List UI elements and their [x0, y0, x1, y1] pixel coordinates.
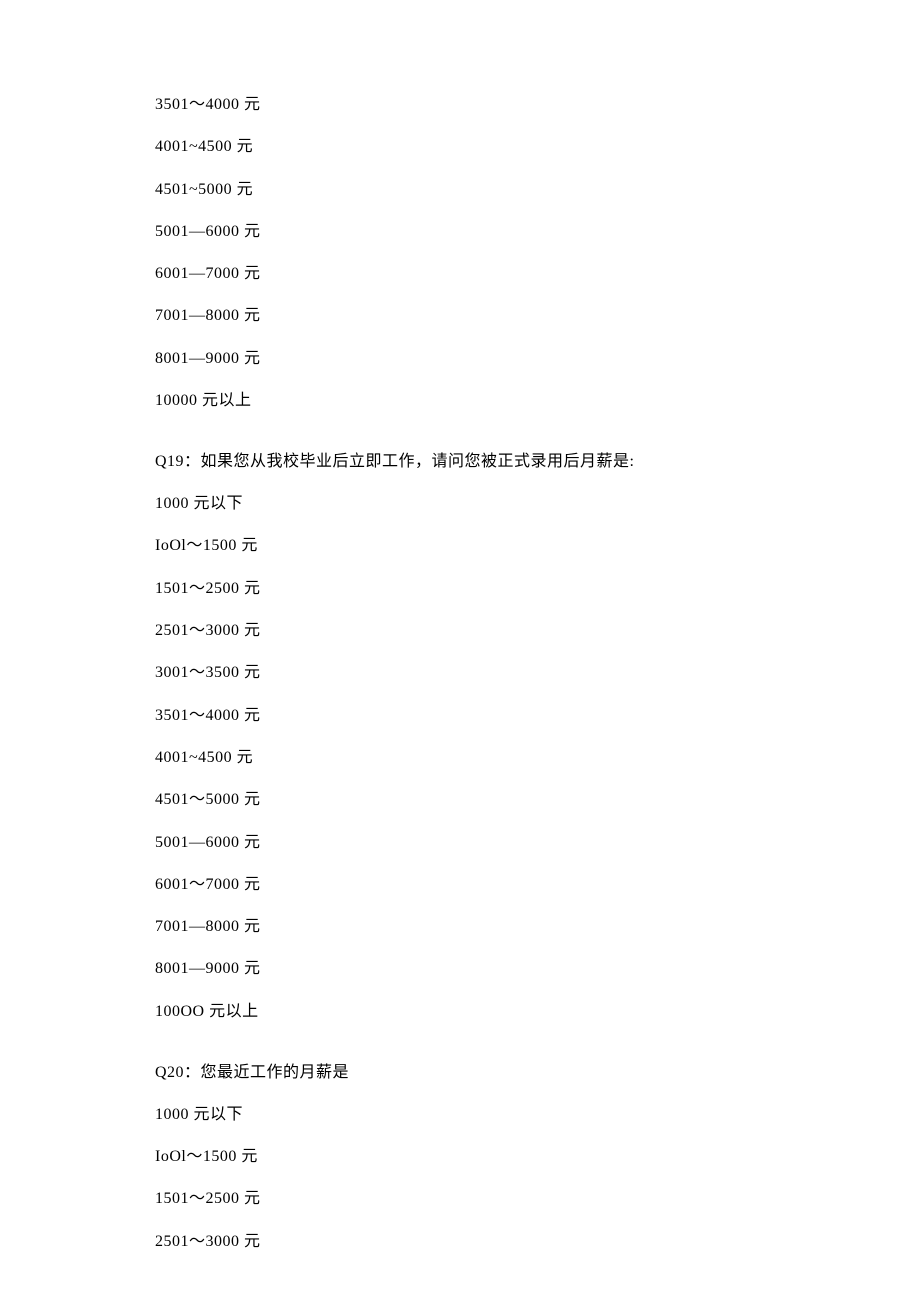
question-20: Q20：您最近工作的月薪是	[155, 1063, 765, 1084]
salary-option: 4501~5000 元	[155, 180, 765, 201]
salary-option: 3501～4000 元	[155, 706, 765, 727]
salary-option: 8001—9000 元	[155, 349, 765, 370]
salary-option: 1501～2500 元	[155, 579, 765, 600]
salary-option: 1501～2500 元	[155, 1189, 765, 1210]
salary-option: 100OO 元以上	[155, 1002, 765, 1023]
salary-option: 1000 元以下	[155, 1105, 765, 1126]
salary-option: 5001—6000 元	[155, 222, 765, 243]
salary-option: 2501～3000 元	[155, 621, 765, 642]
salary-option: 6001～7000 元	[155, 875, 765, 896]
salary-option: 4001~4500 元	[155, 137, 765, 158]
survey-content: 3501～4000 元 4001~4500 元 4501~5000 元 5001…	[155, 95, 765, 1253]
salary-option: 5001—6000 元	[155, 833, 765, 854]
salary-option: 3501～4000 元	[155, 95, 765, 116]
salary-option: 1000 元以下	[155, 494, 765, 515]
salary-option: 4001~4500 元	[155, 748, 765, 769]
salary-option: IoOl～1500 元	[155, 536, 765, 557]
salary-option: 2501～3000 元	[155, 1232, 765, 1253]
salary-option: 7001—8000 元	[155, 917, 765, 938]
question-19: Q19：如果您从我校毕业后立即工作，请问您被正式录用后月薪是:	[155, 452, 765, 473]
salary-option: 4501～5000 元	[155, 790, 765, 811]
salary-option: 8001—9000 元	[155, 959, 765, 980]
salary-option: 10000 元以上	[155, 391, 765, 412]
salary-option: 3001～3500 元	[155, 663, 765, 684]
salary-option: IoOl～1500 元	[155, 1147, 765, 1168]
salary-option: 6001—7000 元	[155, 264, 765, 285]
salary-option: 7001—8000 元	[155, 306, 765, 327]
